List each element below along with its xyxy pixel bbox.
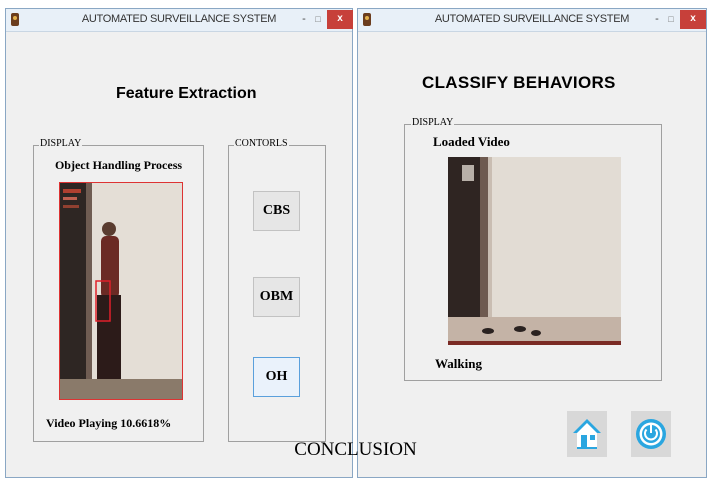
display-title: Object Handling Process [54, 158, 183, 172]
display-group-label: DISPLAY [411, 117, 455, 128]
display-panel: DISPLAY Loaded Video Walking [404, 117, 662, 381]
conclusion-caption: CONCLUSION [294, 439, 417, 460]
close-button[interactable]: x [680, 10, 706, 29]
classify-behaviors-window: AUTOMATED SURVEILLANCE SYSTEM - □ x CLAS… [357, 8, 707, 478]
behavior-result: Walking [435, 356, 482, 371]
oh-button[interactable]: OH [253, 357, 300, 397]
video-frame-image [60, 183, 182, 399]
video-frame [59, 182, 183, 400]
display-title: Loaded Video [433, 134, 510, 149]
maximize-button[interactable]: □ [311, 10, 325, 29]
playback-status: Video Playing 10.6618% [46, 416, 172, 430]
page-heading: Feature Extraction [116, 85, 257, 102]
controls-panel: CONTORLS CBS OBM OH [228, 138, 326, 442]
title-bar[interactable]: AUTOMATED SURVEILLANCE SYSTEM - □ x [358, 9, 706, 32]
maximize-button[interactable]: □ [664, 10, 678, 29]
display-group-label: DISPLAY [39, 138, 83, 149]
cbs-button[interactable]: CBS [253, 191, 300, 231]
page-heading: CLASSIFY BEHAVIORS [422, 73, 616, 92]
minimize-button[interactable]: - [650, 10, 664, 29]
video-frame [448, 157, 621, 345]
controls-group-label: CONTORLS [234, 138, 289, 149]
display-panel: DISPLAY Object Handling Process Video Pl… [33, 138, 204, 442]
obm-button[interactable]: OBM [253, 277, 300, 317]
title-bar[interactable]: AUTOMATED SURVEILLANCE SYSTEM - □ x [6, 9, 353, 32]
minimize-button[interactable]: - [297, 10, 311, 29]
close-button[interactable]: x [327, 10, 353, 29]
feature-extraction-window: AUTOMATED SURVEILLANCE SYSTEM - □ x Feat… [5, 8, 353, 478]
video-frame-image [448, 157, 621, 345]
